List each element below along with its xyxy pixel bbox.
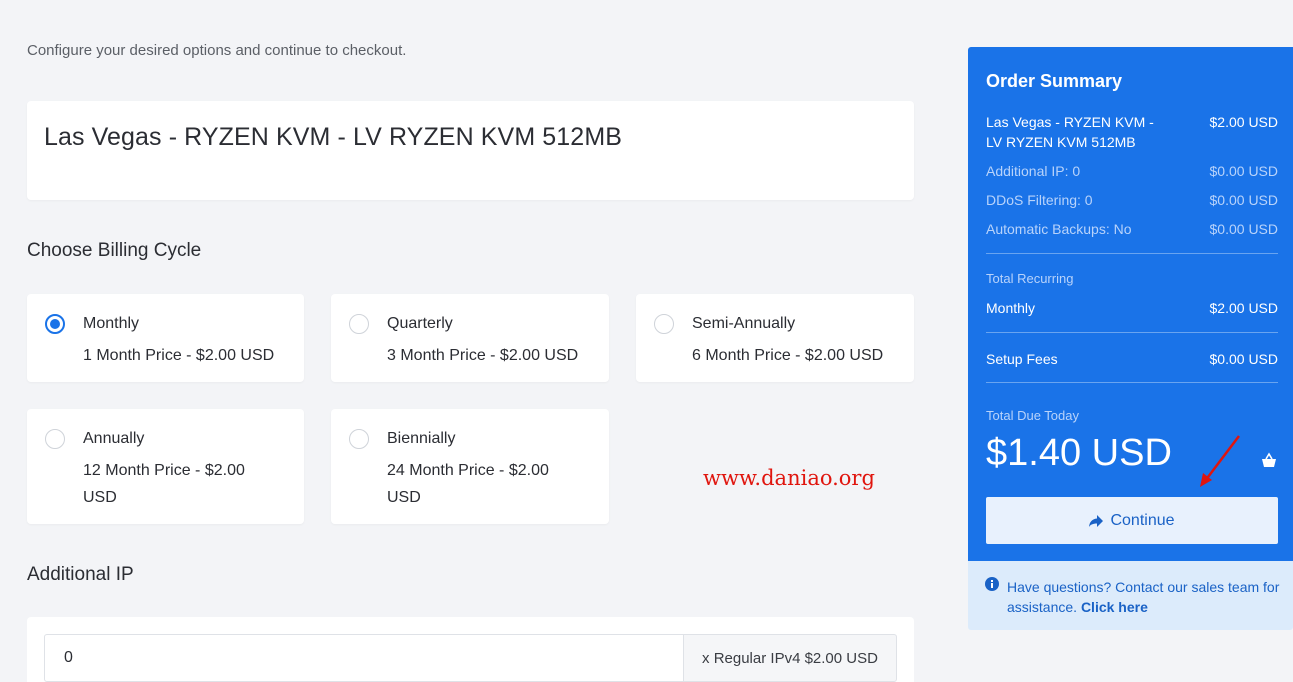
billing-option-price: 24 Month Price - $2.00 USD <box>387 462 549 506</box>
recurring-cycle-value: $2.00 USD <box>1209 300 1278 316</box>
info-circle-icon <box>985 577 999 591</box>
continue-label: Continue <box>1110 511 1175 529</box>
billing-option-annually[interactable]: Annually 12 Month Price - $2.00 USD <box>27 409 304 524</box>
watermark-text: www.daniao.org <box>703 466 875 490</box>
billing-option-biennially[interactable]: Biennially 24 Month Price - $2.00 USD <box>331 409 609 524</box>
radio-annually[interactable] <box>45 429 65 449</box>
help-text: Have questions? Contact our sales team f… <box>1007 577 1282 617</box>
additional-ip-card: x Regular IPv4 $2.00 USD <box>27 617 914 682</box>
billing-option-quarterly[interactable]: Quarterly 3 Month Price - $2.00 USD <box>331 294 609 382</box>
summary-option-value: $0.00 USD <box>1209 221 1278 237</box>
billing-option-name: Monthly <box>83 315 140 332</box>
total-due-label: Total Due Today <box>986 408 1079 423</box>
continue-button[interactable]: Continue <box>986 497 1278 544</box>
radio-biennially[interactable] <box>349 429 369 449</box>
summary-option-label: Additional IP: 0 <box>986 163 1081 179</box>
billing-option-monthly[interactable]: Monthly 1 Month Price - $2.00 USD <box>27 294 304 382</box>
summary-option-value: $0.00 USD <box>1209 163 1278 179</box>
setup-fees-value: $0.00 USD <box>1209 351 1278 367</box>
setup-fees-label: Setup Fees <box>986 351 1058 367</box>
summary-option-label: Automatic Backups: No <box>986 221 1132 237</box>
help-link[interactable]: Click here <box>1081 599 1148 615</box>
product-title: Las Vegas - RYZEN KVM - LV RYZEN KVM 512… <box>44 123 623 151</box>
cart-icon <box>1262 452 1276 467</box>
summary-option-value: $0.00 USD <box>1209 192 1278 208</box>
summary-divider <box>986 332 1278 333</box>
billing-option-price: 12 Month Price - $2.00 USD <box>83 462 245 506</box>
red-arrow-annotation-icon <box>1200 435 1240 487</box>
recurring-cycle-label: Monthly <box>986 300 1036 316</box>
total-due-amount: $1.40 USD <box>986 432 1172 474</box>
summary-product-value: $2.00 USD <box>1209 114 1278 130</box>
summary-product-row: Las Vegas - RYZEN KVM - LV RYZEN KVM 512… <box>986 112 1278 152</box>
additional-ip-input[interactable] <box>44 634 684 682</box>
order-summary-heading: Order Summary <box>986 71 1123 91</box>
billing-option-name: Biennially <box>387 430 456 447</box>
radio-monthly[interactable] <box>45 314 65 334</box>
arrow-right-icon <box>1089 514 1104 527</box>
billing-option-name: Annually <box>83 430 145 447</box>
billing-option-name: Semi-Annually <box>692 315 796 332</box>
help-box: Have questions? Contact our sales team f… <box>968 561 1293 630</box>
additional-ip-heading: Additional IP <box>27 564 134 585</box>
intro-text: Configure your desired options and conti… <box>27 42 407 59</box>
summary-divider <box>986 382 1278 383</box>
billing-option-name: Quarterly <box>387 315 453 332</box>
billing-option-semi-annually[interactable]: Semi-Annually 6 Month Price - $2.00 USD <box>636 294 914 382</box>
billing-option-price: 3 Month Price - $2.00 USD <box>387 347 579 364</box>
billing-option-price: 1 Month Price - $2.00 USD <box>83 347 275 364</box>
summary-option-label: DDoS Filtering: 0 <box>986 192 1093 208</box>
billing-option-price: 6 Month Price - $2.00 USD <box>692 347 884 364</box>
product-card: Las Vegas - RYZEN KVM - LV RYZEN KVM 512… <box>27 101 914 200</box>
summary-product-label: Las Vegas - RYZEN KVM - LV RYZEN KVM 512… <box>986 114 1154 150</box>
billing-cycle-heading: Choose Billing Cycle <box>27 240 202 261</box>
radio-quarterly[interactable] <box>349 314 369 334</box>
radio-semi-annually[interactable] <box>654 314 674 334</box>
total-recurring-label: Total Recurring <box>986 271 1074 286</box>
summary-divider <box>986 253 1278 254</box>
additional-ip-addon: x Regular IPv4 $2.00 USD <box>683 634 897 682</box>
